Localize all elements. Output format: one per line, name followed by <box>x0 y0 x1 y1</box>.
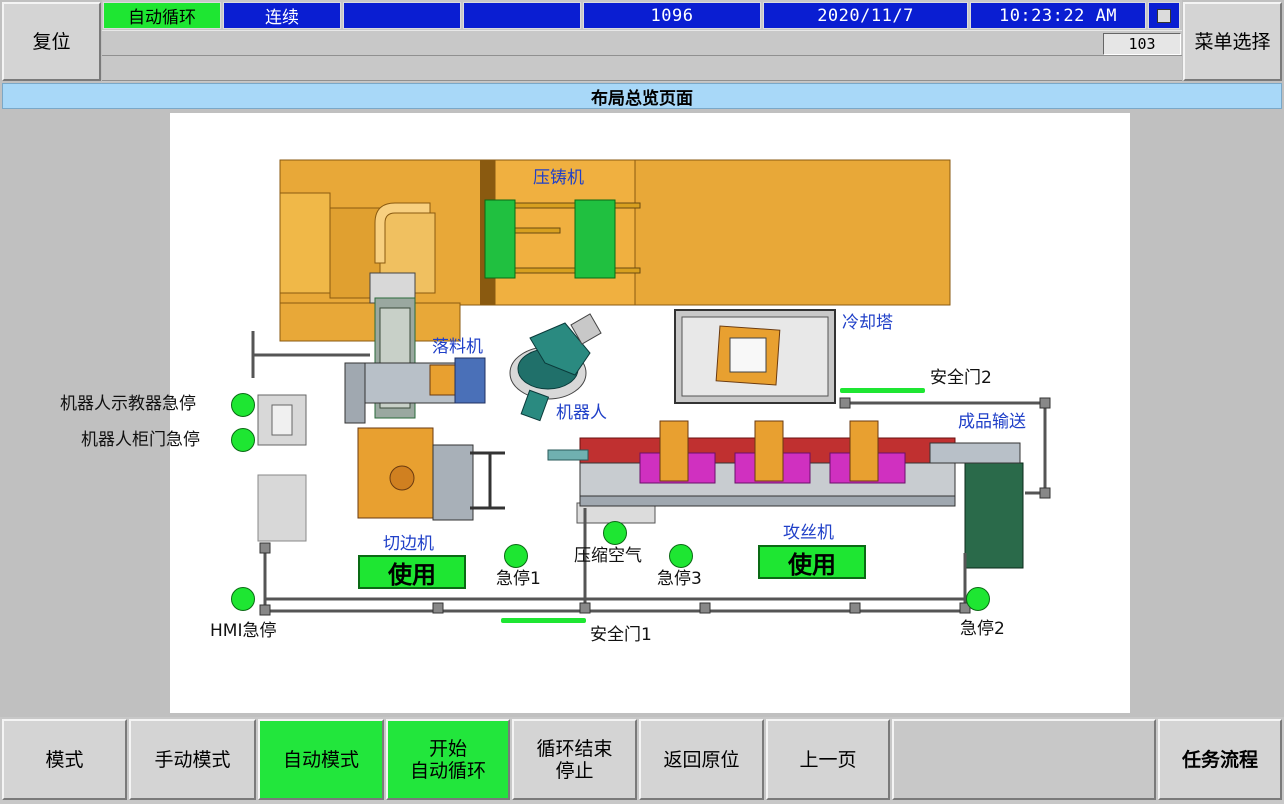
status-counter: 1096 <box>583 2 761 29</box>
label-robot-cabinet-estop: 机器人柜门急停 <box>81 430 200 450</box>
mode-button-label: 模式 <box>45 748 84 771</box>
teach-pendant-screen <box>271 404 293 436</box>
hmi-estop-indicator <box>231 587 255 611</box>
task-flow-button[interactable]: 任务流程 <box>1158 719 1282 800</box>
manual-mode-label: 手动模式 <box>154 748 231 771</box>
cycle-end-stop-button[interactable]: 循环结束 停止 <box>512 719 637 800</box>
safety-door-2-indicator <box>840 388 925 393</box>
estop-2-indicator <box>966 587 990 611</box>
trimming-use-button[interactable]: 使用 <box>358 555 466 589</box>
label-die-casting: 压铸机 <box>533 168 584 188</box>
cooling-tower-machine <box>674 309 836 404</box>
tapping-machine <box>547 420 956 524</box>
manual-mode-button[interactable]: 手动模式 <box>129 719 256 800</box>
status-row-3 <box>102 57 1182 81</box>
auto-mode-button[interactable]: 自动模式 <box>258 719 384 800</box>
status-mode: 自动循环 <box>103 2 221 29</box>
label-trimming: 切边机 <box>383 534 434 554</box>
reset-button-label: 复位 <box>32 30 71 53</box>
cycle-end-line-2: 停止 <box>555 759 594 782</box>
label-estop-3: 急停3 <box>657 569 702 589</box>
layout-canvas: 压铸机 落料机 机器人 冷却塔 安全门2 成品输送 切边机 使用 急停1 压缩空… <box>170 113 1130 713</box>
label-unloader: 落料机 <box>432 337 483 357</box>
trimming-machine <box>357 427 505 521</box>
label-estop-1: 急停1 <box>496 569 541 589</box>
return-home-label: 返回原位 <box>663 748 740 771</box>
label-compressed-air: 压缩空气 <box>574 546 642 566</box>
label-safety-door-1: 安全门1 <box>590 625 652 645</box>
footer-empty-slot <box>892 719 1156 800</box>
robot-cabinet <box>257 474 307 542</box>
label-estop-2: 急停2 <box>960 619 1005 639</box>
mode-button[interactable]: 模式 <box>2 719 127 800</box>
status-row-2 <box>102 30 1182 56</box>
cycle-end-line-1: 循环结束 <box>536 737 613 760</box>
reset-button[interactable]: 复位 <box>2 2 101 81</box>
safety-door-1-indicator <box>501 618 586 623</box>
status-date: 2020/11/7 <box>763 2 968 29</box>
status-indicator-square <box>1157 8 1171 23</box>
status-time: 10:23:22 AM <box>970 2 1146 29</box>
compressed-air-indicator <box>603 521 627 545</box>
label-hmi-estop: HMI急停 <box>210 621 277 641</box>
start-cycle-line-2: 自动循环 <box>409 759 486 782</box>
status-blank-2 <box>463 2 581 29</box>
robot-teach-estop-indicator <box>231 393 255 417</box>
menu-select-button[interactable]: 菜单选择 <box>1183 2 1282 81</box>
label-safety-door-2: 安全门2 <box>930 368 992 388</box>
robot-cabinet-estop-indicator <box>231 428 255 452</box>
label-robot: 机器人 <box>556 403 607 423</box>
start-auto-cycle-button[interactable]: 开始 自动循环 <box>386 719 510 800</box>
sub-counter: 103 <box>1103 33 1181 55</box>
label-finished-conveyor: 成品输送 <box>958 412 1026 432</box>
tapping-use-button[interactable]: 使用 <box>758 545 866 579</box>
menu-select-label: 菜单选择 <box>1194 30 1271 53</box>
status-indicator[interactable] <box>1148 2 1180 29</box>
return-home-button[interactable]: 返回原位 <box>639 719 764 800</box>
auto-mode-label: 自动模式 <box>282 748 359 771</box>
label-cooling-tower: 冷却塔 <box>842 313 893 333</box>
prev-page-button[interactable]: 上一页 <box>766 719 890 800</box>
start-cycle-line-1: 开始 <box>428 737 467 760</box>
estop-3-indicator <box>669 544 693 568</box>
status-blank-1 <box>343 2 461 29</box>
label-tapping: 攻丝机 <box>783 523 834 543</box>
page-title: 布局总览页面 <box>2 83 1282 109</box>
task-flow-label: 任务流程 <box>1181 748 1258 771</box>
label-robot-teach-estop: 机器人示教器急停 <box>60 394 196 414</box>
prev-page-label: 上一页 <box>799 748 857 771</box>
estop-1-indicator <box>504 544 528 568</box>
status-run: 连续 <box>223 2 341 29</box>
